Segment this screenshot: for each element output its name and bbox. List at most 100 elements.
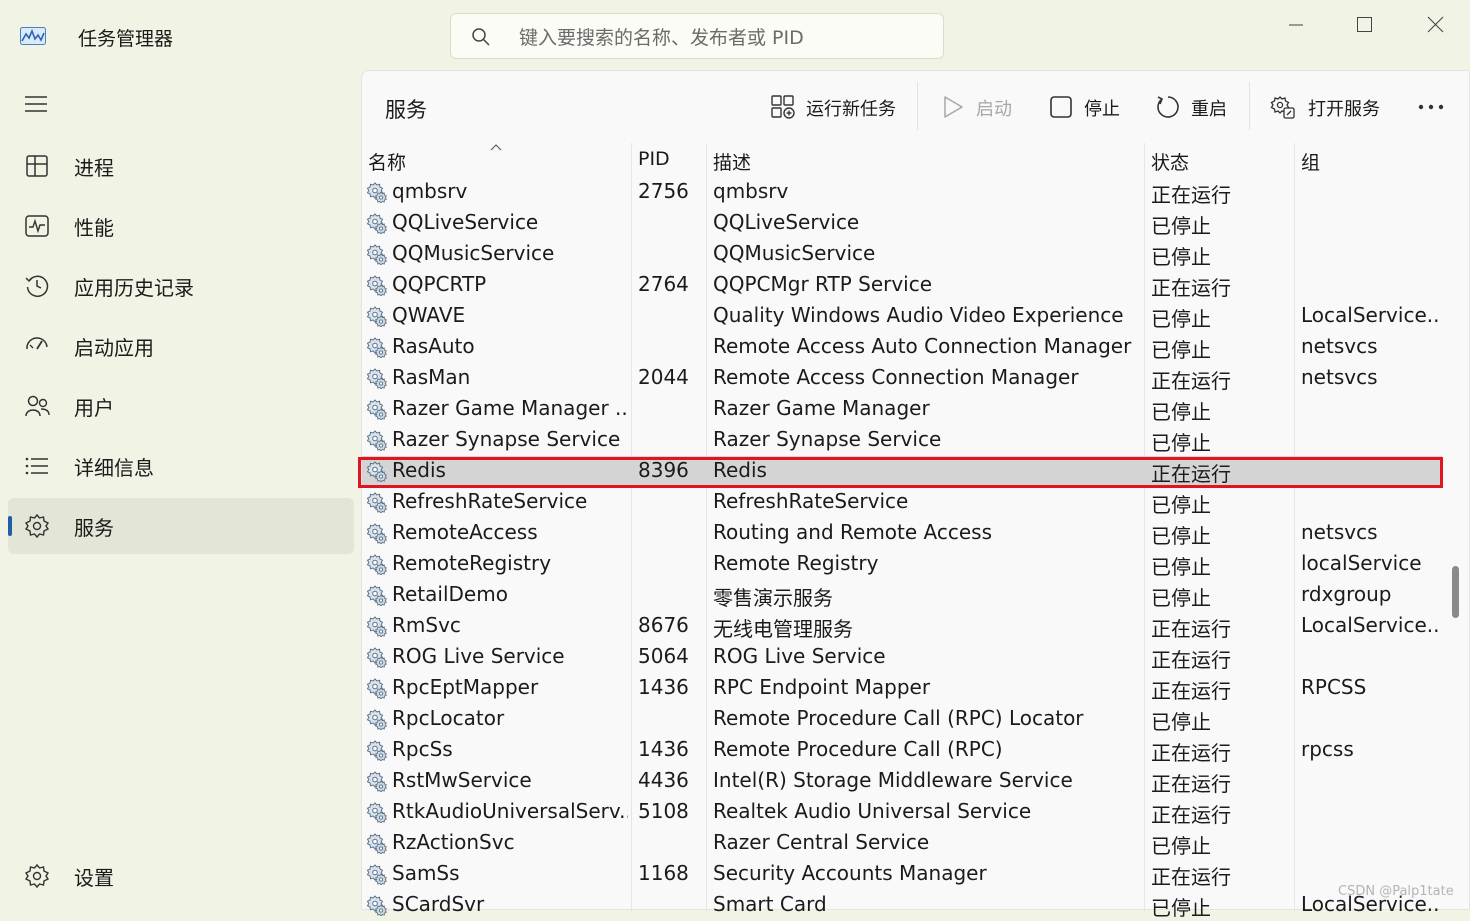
cell-pid: 1436 [638, 675, 689, 699]
service-gear-icon [366, 584, 388, 607]
cell-description: 无线电管理服务 [713, 617, 853, 641]
more-options-button[interactable] [1418, 88, 1448, 126]
open-services-icon [1270, 96, 1295, 119]
open-services-button[interactable]: 打开服务 [1270, 88, 1390, 126]
service-gear-icon [366, 336, 388, 359]
run-new-task-label: 运行新任务 [806, 99, 896, 120]
table-row[interactable]: QQMusicService QQMusicService 已停止 [362, 239, 1442, 270]
cell-status: 正在运行 [1151, 772, 1231, 796]
cell-group: LocalService... [1301, 613, 1441, 637]
run-new-task-button[interactable]: 运行新任务 [770, 88, 900, 126]
table-row[interactable]: RemoteAccess Routing and Remote Access 已停止… [362, 518, 1442, 549]
table-row[interactable]: RpcLocator Remote Procedure Call (RPC) Lo… [362, 704, 1442, 735]
cell-status: 已停止 [1151, 400, 1211, 424]
sidebar-item-startup-apps[interactable]: 启动应用 [8, 318, 354, 374]
cell-description: RefreshRateService [713, 489, 909, 513]
cell-status: 已停止 [1151, 431, 1211, 455]
table-row[interactable]: Redis 8396 Redis 正在运行 [362, 456, 1442, 487]
service-gear-icon [366, 739, 388, 762]
table-row[interactable]: RetailDemo 零售演示服务 已停止 rdxgroup [362, 580, 1442, 611]
sidebar-item-label: 启动应用 [74, 336, 154, 360]
cell-status: 正在运行 [1151, 276, 1231, 300]
sidebar-item-app-history[interactable]: 应用历史记录 [8, 258, 354, 314]
service-gear-icon [366, 708, 388, 731]
service-gear-icon [366, 646, 388, 669]
cell-description: Quality Windows Audio Video Experience [713, 303, 1124, 327]
cell-name: RtkAudioUniversalServ... [392, 799, 628, 823]
table-row[interactable]: RpcSs 1436 Remote Procedure Call (RPC) 正在运行… [362, 735, 1442, 766]
table-row[interactable]: RasAuto Remote Access Auto Connection Man… [362, 332, 1442, 363]
active-indicator [8, 516, 12, 536]
sidebar-item-label: 详细信息 [74, 456, 154, 480]
table-row[interactable]: SamSs 1168 Security Accounts Manager 正在运行 [362, 859, 1442, 890]
service-gear-icon [366, 367, 388, 390]
cell-name: Redis [392, 458, 446, 482]
table-row[interactable]: RasMan 2044 Remote Access Connection Manag… [362, 363, 1442, 394]
startup-icon [26, 337, 48, 350]
table-row[interactable]: Razer Synapse Service Razer Synapse Servi… [362, 425, 1442, 456]
cell-name: SCardSvr [392, 892, 485, 916]
table-row[interactable]: QWAVE Quality Windows Audio Video Experie… [362, 301, 1442, 332]
service-gear-icon [366, 398, 388, 421]
service-gear-icon [366, 553, 388, 576]
table-row[interactable]: RpcEptMapper 1436 RPC Endpoint Mapper 正在运行 R… [362, 673, 1442, 704]
restart-button[interactable]: 重启 [1155, 88, 1235, 126]
cell-name: RefreshRateService [392, 489, 588, 513]
toolbar-divider [917, 82, 918, 130]
table-row[interactable]: QQLiveService QQLiveService 已停止 [362, 208, 1442, 239]
start-button[interactable]: 启动 [940, 88, 1020, 126]
stop-button[interactable]: 停止 [1048, 88, 1128, 126]
details-icon [25, 457, 48, 475]
table-row[interactable]: RefreshRateService RefreshRateService 已停止 [362, 487, 1442, 518]
cell-description: Smart Card [713, 892, 827, 916]
cell-status: 已停止 [1151, 338, 1211, 362]
cell-status: 已停止 [1151, 896, 1211, 920]
sidebar-item-processes[interactable]: 进程 [8, 138, 354, 194]
table-row[interactable]: SCardSvr Smart Card 已停止 LocalService... [362, 890, 1442, 921]
cell-description: ROG Live Service [713, 644, 886, 668]
cell-status: 正在运行 [1151, 741, 1231, 765]
table-row[interactable]: Razer Game Manager ... Razer Game Manager… [362, 394, 1442, 425]
search-box[interactable] [450, 13, 944, 59]
column-header-pid[interactable]: PID [638, 148, 670, 170]
cell-name: RstMwService [392, 768, 532, 792]
cell-description: Razer Central Service [713, 830, 930, 854]
sidebar-item-users[interactable]: 用户 [8, 378, 354, 434]
column-header-status[interactable]: 状态 [1151, 148, 1189, 175]
service-gear-icon [366, 615, 388, 638]
sidebar-item-services[interactable]: 服务 [8, 498, 354, 554]
table-row[interactable]: RemoteRegistry Remote Registry 已停止 localSer… [362, 549, 1442, 580]
vertical-scrollbar-thumb[interactable] [1452, 566, 1459, 618]
table-row[interactable]: ROG Live Service 5064 ROG Live Service 正在运行 [362, 642, 1442, 673]
search-input[interactable] [517, 22, 921, 54]
table-row[interactable]: QQPCRTP 2764 QQPCMgr RTP Service 正在运行 [362, 270, 1442, 301]
maximize-icon[interactable] [1344, 10, 1384, 40]
cell-description: Remote Access Auto Connection Manager [713, 334, 1132, 358]
close-icon[interactable] [1415, 10, 1455, 40]
sidebar-item-label: 应用历史记录 [74, 276, 194, 300]
table-row[interactable]: RtkAudioUniversalServ... 5108 Realtek Audi… [362, 797, 1442, 828]
table-row[interactable]: RstMwService 4436 Intel(R) Storage Middlew… [362, 766, 1442, 797]
cell-status: 已停止 [1151, 307, 1211, 331]
sidebar-item-performance[interactable]: 性能 [8, 198, 354, 254]
hamburger-menu-icon[interactable] [24, 94, 48, 114]
table-row[interactable]: RmSvc 8676 无线电管理服务 正在运行 LocalService... [362, 611, 1442, 642]
sidebar-item-label: 进程 [74, 156, 114, 180]
cell-pid: 2044 [638, 365, 689, 389]
cell-name: RzActionSvc [392, 830, 515, 854]
service-gear-icon [366, 894, 388, 917]
table-row[interactable]: RzActionSvc Razer Central Service 已停止 [362, 828, 1442, 859]
minimize-icon[interactable] [1276, 10, 1316, 40]
column-header-group[interactable]: 组 [1301, 148, 1320, 175]
cell-description: Remote Procedure Call (RPC) Locator [713, 706, 1084, 730]
sidebar-item-settings[interactable]: 设置 [8, 848, 354, 904]
cell-status: 已停止 [1151, 710, 1211, 734]
column-header-name[interactable]: 名称 [368, 148, 406, 175]
table-row[interactable]: qmbsrv 2756 qmbsrv 正在运行 [362, 177, 1442, 208]
cell-status: 正在运行 [1151, 648, 1231, 672]
cell-status: 已停止 [1151, 524, 1211, 548]
sidebar-item-details[interactable]: 详细信息 [8, 438, 354, 494]
cell-description: Realtek Audio Universal Service [713, 799, 1032, 823]
column-header-description[interactable]: 描述 [713, 148, 751, 175]
cell-pid: 1436 [638, 737, 689, 761]
